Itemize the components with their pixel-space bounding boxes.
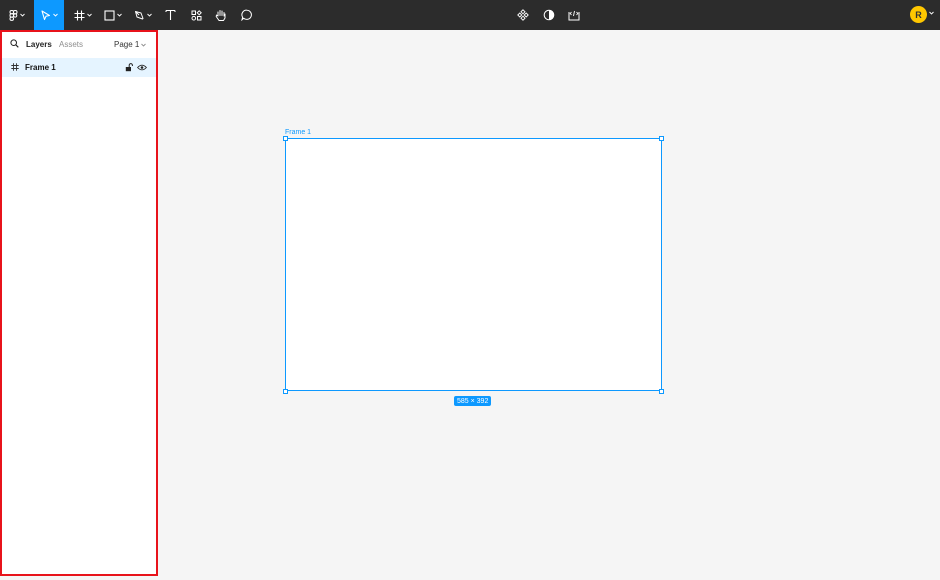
chevron-down-icon[interactable] [929,11,934,15]
hand-icon [215,9,226,21]
text-tool-button[interactable] [160,0,180,30]
move-tool-button[interactable] [34,0,64,30]
chevron-down-icon [117,13,122,17]
shape-tool-button[interactable] [100,0,126,30]
code-icon [568,10,580,21]
comment-tool-button[interactable] [237,0,257,30]
chevron-down-icon [147,13,152,17]
tab-assets[interactable]: Assets [59,40,83,49]
dev-mode-button[interactable] [565,0,583,30]
comment-icon [241,9,252,21]
page-selector[interactable]: Page 1 [114,40,147,49]
hand-tool-button[interactable] [211,0,231,30]
resize-handle-top-right[interactable] [659,136,664,141]
eye-icon[interactable] [137,64,147,71]
resources-icon [191,9,202,20]
frame-icon [11,63,19,71]
hash-icon [74,10,85,20]
tab-layers[interactable]: Layers [26,40,52,49]
chevron-down-icon [141,43,147,47]
rectangle-icon [104,9,115,21]
search-icon[interactable] [10,39,19,48]
chevron-down-icon [52,13,58,17]
canvas-frame[interactable] [285,138,662,391]
main-menu-button[interactable] [4,0,30,30]
unlock-icon[interactable] [125,63,133,72]
layer-row-frame-1[interactable]: Frame 1 [2,58,156,77]
layers-panel: Layers Assets Page 1 Frame 1 [0,30,158,576]
panel-header: Layers Assets Page 1 [2,32,156,56]
figma-logo-icon [9,9,18,21]
component-icon [517,9,529,21]
chevron-down-icon [87,13,92,17]
resources-tool-button[interactable] [186,0,206,30]
cursor-icon [40,9,50,20]
pen-tool-button[interactable] [130,0,156,30]
resize-handle-bottom-right[interactable] [659,389,664,394]
size-badge: 585 × 392 [454,396,492,406]
contrast-icon [543,9,555,21]
toolbar: R [0,0,940,30]
text-icon [164,9,176,20]
pen-icon [135,10,144,19]
contrast-button[interactable] [540,0,558,30]
components-button[interactable] [514,0,532,30]
avatar[interactable]: R [910,6,927,23]
chevron-down-icon [20,13,25,17]
resize-handle-top-left[interactable] [283,136,288,141]
resize-handle-bottom-left[interactable] [283,389,288,394]
page-label: Page 1 [114,40,140,49]
layer-label: Frame 1 [25,63,56,72]
frame-tool-button[interactable] [70,0,96,30]
frame-name-label[interactable]: Frame 1 [285,129,311,136]
